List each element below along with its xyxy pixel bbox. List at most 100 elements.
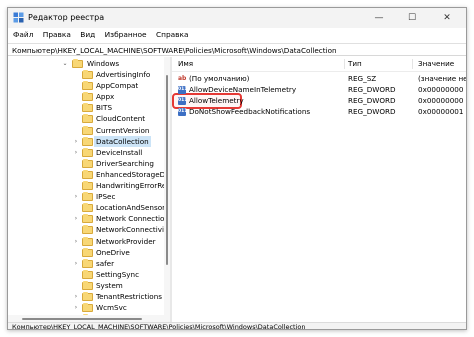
chevron-right-icon[interactable]: › xyxy=(73,213,79,224)
tree-item-label: AdvertisingInfo xyxy=(96,70,151,79)
chevron-right-icon[interactable]: › xyxy=(73,147,79,158)
folder-icon xyxy=(82,236,93,246)
value-type: REG_DWORD xyxy=(348,107,396,116)
tree-item-label: DriverSearching xyxy=(96,158,154,168)
chevron-right-icon[interactable]: › xyxy=(73,236,79,247)
column-header-data[interactable]: Значение xyxy=(418,57,454,71)
folder-icon xyxy=(82,258,93,268)
registry-editor-window: Редактор реестра — ☐ ✕ Файл Правка Вид И… xyxy=(7,7,467,330)
tree-item-label: Appx xyxy=(96,92,115,102)
column-header-name[interactable]: Имя xyxy=(178,57,193,71)
string-value-icon: ab xyxy=(178,75,187,82)
folder-icon xyxy=(82,280,93,290)
scrollbar-thumb[interactable] xyxy=(166,75,168,265)
tree-item-label: LocationAndSensors xyxy=(96,203,164,213)
folder-icon xyxy=(82,225,93,235)
tree-item-label: WcmSvc xyxy=(96,303,127,313)
menu-edit[interactable]: Правка xyxy=(43,28,71,42)
folder-icon xyxy=(82,70,93,79)
folder-icon xyxy=(82,114,93,124)
tree-item-label: CloudContent xyxy=(96,114,146,124)
tree-horizontal-scrollbar[interactable] xyxy=(8,315,170,322)
column-header-type[interactable]: Тип xyxy=(348,57,362,71)
column-divider[interactable] xyxy=(344,59,345,69)
window-title: Редактор реестра xyxy=(28,13,105,22)
dword-value-icon: 011 xyxy=(178,108,188,116)
dword-value-icon: 011 xyxy=(178,97,188,105)
folder-icon xyxy=(82,169,93,179)
value-name: AllowDeviceNameInTelemetry xyxy=(189,85,297,94)
tree-item-label: Network Connection xyxy=(96,214,164,224)
value-data: 0x00000001 (1) xyxy=(418,107,466,116)
folder-icon xyxy=(82,269,93,279)
tree-item-label: SettingSync xyxy=(96,269,140,279)
dword-value-icon: 011 xyxy=(178,86,188,94)
chevron-right-icon[interactable]: › xyxy=(73,291,79,302)
tree-item-label: Windows xyxy=(87,59,120,68)
values-list: Имя Тип Значение ab (По умолчанию) REG_SZ (… xyxy=(172,57,467,322)
tree-item-label: safer xyxy=(96,258,115,268)
chevron-right-icon[interactable]: › xyxy=(73,136,79,147)
registry-tree: ⌄ Windows AdvertisingInfo AppCompat Appx BI… xyxy=(8,57,164,322)
folder-icon xyxy=(82,292,93,301)
tree-item-label: HandwritingErrorRep xyxy=(96,181,164,190)
tree-item-label: TenantRestrictions xyxy=(96,292,162,301)
menu-view[interactable]: Вид xyxy=(80,28,95,42)
value-name: (По умолчанию) xyxy=(189,74,250,83)
menu-file[interactable]: Файл xyxy=(13,28,33,42)
value-type: REG_DWORD xyxy=(348,85,396,94)
tree-item-label: CurrentVersion xyxy=(96,125,150,135)
value-row[interactable]: 011 DoNotShowFeedbackNotifications REG_DWO… xyxy=(172,107,466,117)
menu-bar: Файл Правка Вид Избранное Справка xyxy=(8,28,466,42)
folder-icon xyxy=(82,136,93,146)
column-divider[interactable] xyxy=(412,59,413,69)
tree-item-label: AppCompat xyxy=(96,81,139,91)
folder-icon xyxy=(82,81,93,91)
list-header: Имя Тип Значение xyxy=(172,57,466,72)
menu-favorites[interactable]: Избранное xyxy=(105,28,147,42)
value-data: (значение не при xyxy=(418,74,467,83)
tree-item-label: DeviceInstall xyxy=(96,147,143,157)
folder-icon xyxy=(82,158,93,168)
value-row[interactable]: ab(По умолчанию) REG_SZ (значение не при xyxy=(172,74,467,84)
address-bar[interactable]: Компьютер\HKEY_LOCAL_MACHINE\SOFTWARE\Po… xyxy=(8,43,466,56)
regedit-app-icon xyxy=(13,12,24,23)
menu-help[interactable]: Справка xyxy=(156,28,189,42)
folder-icon xyxy=(82,92,93,102)
status-bar: Компьютер\HKEY_LOCAL_MACHINE\SOFTWARE\Po… xyxy=(8,322,466,329)
tree-item-label: NetworkConnectivit xyxy=(96,225,164,235)
folder-icon xyxy=(82,181,93,190)
tree-item-label: BITS xyxy=(96,103,113,113)
tree-item-label: DataCollection xyxy=(94,135,151,147)
value-row-highlighted[interactable]: 011AllowTelemetry REG_DWORD 0x00000000 (0) xyxy=(172,96,466,106)
maximize-button[interactable]: ☐ xyxy=(397,8,427,28)
value-data: 0x00000000 (0) xyxy=(418,96,466,105)
value-row[interactable]: 011 AllowDeviceNameInTelemetry REG_DWORD 0x… xyxy=(172,85,466,95)
folder-icon xyxy=(82,203,93,213)
folder-icon xyxy=(82,214,93,224)
tree-item-label: OneDrive xyxy=(96,247,130,257)
chevron-down-icon[interactable]: ⌄ xyxy=(62,58,68,69)
folder-icon xyxy=(82,247,93,257)
title-bar[interactable]: Редактор реестра — ☐ ✕ xyxy=(8,8,466,28)
folder-icon xyxy=(82,192,93,202)
chevron-right-icon[interactable]: › xyxy=(73,302,79,313)
folder-icon xyxy=(72,59,83,68)
tree-item-label: System xyxy=(96,280,123,290)
value-data: 0x00000000 (0) xyxy=(418,85,466,94)
value-type: REG_DWORD xyxy=(348,96,396,105)
close-button[interactable]: ✕ xyxy=(432,8,462,28)
value-type: REG_SZ xyxy=(348,74,377,83)
chevron-right-icon[interactable]: › xyxy=(73,191,79,202)
folder-icon xyxy=(82,103,93,113)
tree-item-label: IPSec xyxy=(96,192,116,202)
tree-item-label: EnhancedStorageDe xyxy=(96,169,164,179)
folder-icon xyxy=(82,303,93,313)
value-name: AllowTelemetry xyxy=(189,96,244,105)
scrollbar-thumb[interactable] xyxy=(22,318,142,320)
minimize-button[interactable]: — xyxy=(364,8,394,28)
value-name: DoNotShowFeedbackNotifications xyxy=(189,107,311,116)
folder-icon xyxy=(82,147,93,157)
chevron-right-icon[interactable]: › xyxy=(73,258,79,269)
tree-item-label: NetworkProvider xyxy=(96,236,156,246)
